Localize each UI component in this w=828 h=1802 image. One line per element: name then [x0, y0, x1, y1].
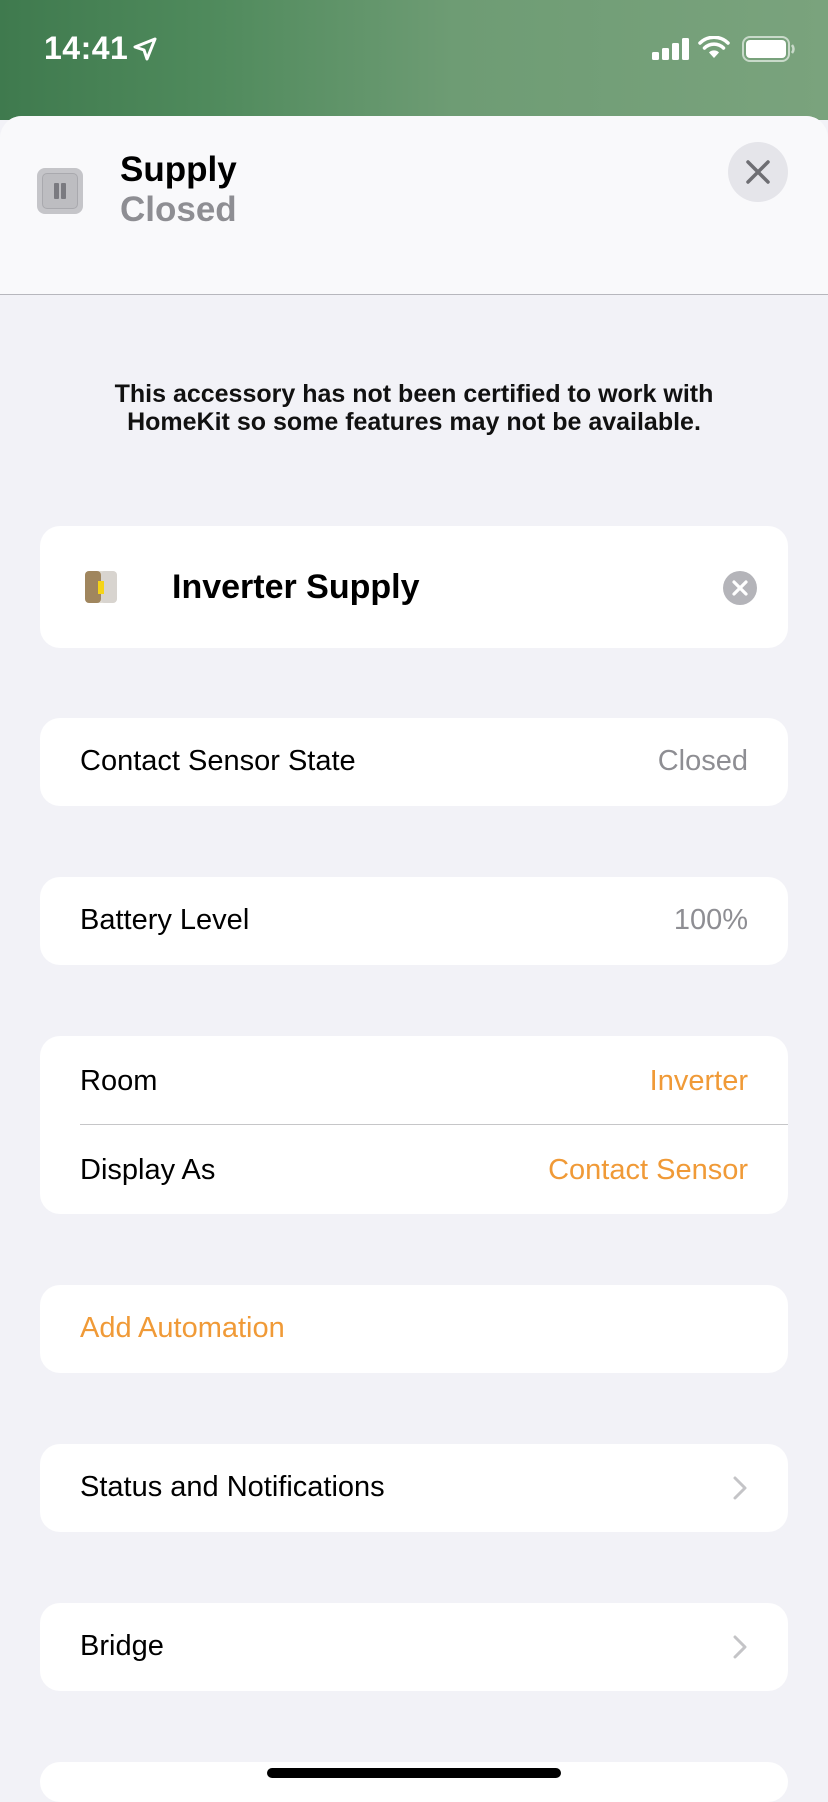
battery-icon: [742, 36, 795, 62]
location-arrow-icon: [133, 37, 157, 61]
add-automation-button[interactable]: Add Automation: [40, 1285, 788, 1373]
battery-level-value: 100%: [673, 904, 748, 936]
room-display-card: Room Inverter Display As Contact Sensor: [40, 1036, 788, 1214]
status-time: 14:41: [44, 30, 129, 66]
status-notifications-label: Status and Notifications: [80, 1471, 385, 1503]
display-as-value[interactable]: Contact Sensor: [548, 1154, 748, 1187]
close-icon: [746, 160, 770, 184]
display-as-label: Display As: [80, 1154, 216, 1186]
accessory-title: Supply: [120, 150, 237, 189]
accessory-name-card: Inverter Supply: [40, 526, 788, 648]
accessory-header-icon: [37, 168, 83, 214]
contact-sensor-card: Contact Sensor State Closed: [40, 718, 788, 806]
certification-notice: This accessory has not been certified to…: [114, 380, 714, 436]
accessory-status: Closed: [120, 190, 237, 229]
home-indicator: [267, 1768, 561, 1778]
status-notifications-row[interactable]: Status and Notifications: [40, 1444, 788, 1532]
chevron-right-icon: [733, 1476, 747, 1500]
clear-text-icon[interactable]: [722, 570, 758, 606]
room-value[interactable]: Inverter: [650, 1065, 748, 1098]
contact-sensor-icon: [85, 571, 117, 603]
status-bar: 14:41: [0, 0, 828, 120]
chevron-right-icon: [733, 1635, 747, 1659]
room-label: Room: [80, 1065, 158, 1097]
battery-card: Battery Level 100%: [40, 877, 788, 965]
wifi-icon: [698, 36, 730, 58]
row-divider: [80, 1124, 788, 1125]
add-automation-label: Add Automation: [80, 1312, 285, 1344]
contact-sensor-state-label: Contact Sensor State: [80, 745, 356, 777]
bridge-label: Bridge: [80, 1630, 164, 1662]
cellular-signal-icon: [652, 38, 689, 60]
battery-level-label: Battery Level: [80, 904, 250, 936]
sheet-header: Supply Closed: [0, 116, 828, 295]
contact-sensor-state-value: Closed: [657, 745, 748, 777]
bridge-row[interactable]: Bridge: [40, 1603, 788, 1691]
close-button[interactable]: [728, 142, 788, 202]
accessory-name-input[interactable]: Inverter Supply: [172, 568, 420, 607]
